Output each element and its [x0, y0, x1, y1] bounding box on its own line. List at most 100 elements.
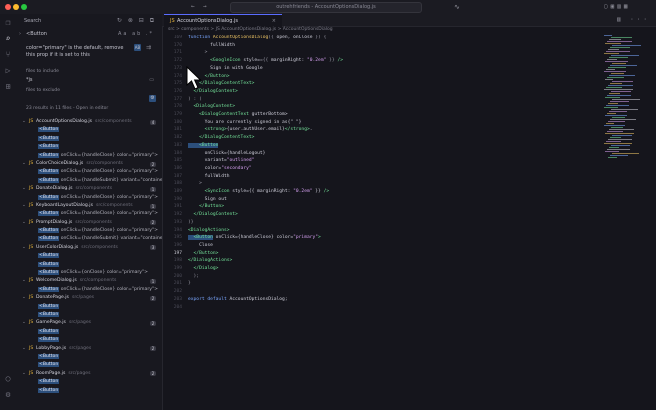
code-line[interactable]: <DialogContent>: [188, 104, 236, 109]
result-match-row[interactable]: <Button: [16, 353, 162, 361]
result-file-row[interactable]: ⌄ JS LobbyPage.js src/pages 2: [16, 345, 162, 353]
chevron-down-icon[interactable]: ⌄: [22, 370, 26, 378]
extensions-icon[interactable]: ⊞: [3, 82, 13, 92]
chevron-down-icon[interactable]: ⌄: [22, 345, 26, 353]
code-line[interactable]: <strong>{user.authUser.email}</strong>.: [188, 127, 313, 132]
result-match-row[interactable]: <Button: [16, 311, 162, 319]
include-input[interactable]: *js ▭: [26, 77, 154, 83]
code-line[interactable]: fullWidth: [188, 174, 230, 179]
search-icon[interactable]: ⌕: [3, 34, 13, 44]
code-line[interactable]: export default AccountOptionsDialog;: [188, 297, 288, 302]
code-line[interactable]: >: [188, 181, 202, 186]
result-match-row[interactable]: <Button: [16, 378, 162, 386]
result-match-row[interactable]: <Button onClick={handleClose} color="pri…: [16, 194, 162, 202]
chevron-down-icon[interactable]: ⌄: [22, 294, 26, 302]
account-icon[interactable]: ◯: [3, 374, 13, 384]
code-line[interactable]: </Dialog>: [188, 266, 219, 271]
zoom-window-button[interactable]: [21, 4, 27, 10]
result-match-row[interactable]: <Button onClick={onClose} color="primary…: [16, 269, 162, 277]
code-line[interactable]: variant="outlined": [188, 158, 255, 163]
result-match-row[interactable]: <Button: [16, 143, 162, 151]
result-match-row[interactable]: <Button onClick={handleClose} color="pri…: [16, 210, 162, 218]
code-line[interactable]: <DialogActions>: [188, 228, 230, 233]
code-line[interactable]: <SyncIcon style={{ marginRight: "0.2em" …: [188, 189, 330, 194]
code-line[interactable]: <GoogleIcon style=={{ marginRight: "0.2e…: [188, 58, 343, 63]
code-line[interactable]: );: [188, 274, 200, 279]
command-center-search[interactable]: outrehfriends - AccountOptionsDialog.js: [230, 2, 422, 13]
code-line[interactable]: onClick={handleLogout}: [188, 151, 266, 156]
preserve-case-icon[interactable]: AB: [134, 44, 141, 51]
result-match-row[interactable]: <Button onClick={handleClose} color="pri…: [16, 227, 162, 235]
result-match-row[interactable]: <Button onClick={handleClose} color="pri…: [16, 152, 162, 160]
editor-actions[interactable]: ▥ ···: [617, 15, 650, 25]
code-line[interactable]: )}: [188, 220, 194, 225]
open-editors-icon[interactable]: ▭: [149, 77, 154, 83]
result-match-row[interactable]: <Button onClick={handleClose} color="pri…: [16, 168, 162, 176]
tab-account-options-dialog[interactable]: JS AccountOptionsDialog.js ×: [164, 14, 282, 27]
code-line[interactable]: color="secondary": [188, 166, 252, 171]
code-line[interactable]: </DialogActions>: [188, 258, 232, 263]
result-file-row[interactable]: ⌄ JS RoomPage.js src/pages 2: [16, 370, 162, 378]
chevron-down-icon[interactable]: ⌄: [22, 219, 26, 227]
result-match-row[interactable]: <Button: [16, 135, 162, 143]
result-match-row[interactable]: <Button onClick={handleSubmit} variant="…: [16, 235, 162, 243]
forward-arrow-icon[interactable]: →: [203, 2, 207, 12]
result-file-row[interactable]: ⌄ JS PromptDialog.js src/components 2: [16, 219, 162, 227]
code-line[interactable]: </Button>: [188, 204, 224, 209]
result-file-row[interactable]: ⌄ JS DonatePage.js src/pages 2: [16, 294, 162, 302]
chevron-down-icon[interactable]: ⌄: [22, 202, 26, 210]
result-match-row[interactable]: <Button: [16, 336, 162, 344]
code-line[interactable]: You are currently signed in as{" "}: [188, 120, 302, 125]
result-file-row[interactable]: ⌄ JS KeyboardLayoutDialog.js src/components…: [16, 202, 162, 210]
chevron-down-icon[interactable]: ⌄: [22, 277, 26, 285]
code-line[interactable]: [188, 305, 191, 310]
result-file-row[interactable]: ⌄ JS WelcomeDialog.js src/components 1: [16, 277, 162, 285]
chevron-down-icon[interactable]: ⌄: [22, 244, 26, 252]
result-match-row[interactable]: <Button: [16, 261, 162, 269]
code-line[interactable]: </DialogContentText>: [188, 135, 254, 140]
minimap[interactable]: [604, 35, 648, 165]
result-file-row[interactable]: ⌄ JS GamePage.js src/pages 2: [16, 319, 162, 327]
chevron-down-icon[interactable]: ⌄: [22, 319, 26, 327]
results-summary[interactable]: 23 results in 11 files - Open in editor: [26, 106, 108, 111]
result-match-row[interactable]: <Button onClick={handleClose} color="pri…: [16, 286, 162, 294]
result-match-row[interactable]: <Button: [16, 252, 162, 260]
result-file-row[interactable]: ⌄ JS UserColorDialog.js src/components 3: [16, 244, 162, 252]
replace-input[interactable]: color="primary" is the default, remove t…: [26, 45, 132, 59]
chevron-down-icon[interactable]: ⌄: [22, 185, 26, 193]
result-match-row[interactable]: <Button: [16, 387, 162, 395]
copilot-icon[interactable]: ∿: [454, 2, 460, 12]
search-input[interactable]: › <Button Aa ab .*: [19, 31, 154, 37]
debug-icon[interactable]: ▷: [3, 66, 13, 76]
chevron-down-icon[interactable]: ⌄: [22, 118, 26, 126]
result-file-row[interactable]: ⌄ JS ColorChoiceDialog.js src/components 2: [16, 160, 162, 168]
result-file-row[interactable]: ⌄ JS AccountOptionsDialog.js src/components…: [16, 118, 162, 126]
chevron-down-icon[interactable]: ⌄: [22, 160, 26, 168]
code-line[interactable]: fullWidth: [188, 43, 235, 48]
close-window-button[interactable]: [5, 4, 11, 10]
minimize-window-button[interactable]: [13, 4, 19, 10]
code-editor[interactable]: 169 function AccountOptionsDialog({ open,…: [162, 35, 602, 410]
result-match-row[interactable]: <Button: [16, 303, 162, 311]
panel-actions[interactable]: ↻ ⊗ ⊟ ⧉: [117, 17, 156, 25]
code-line[interactable]: Sign out: [188, 197, 227, 202]
code-line[interactable]: </DialogContent>: [188, 212, 238, 217]
back-arrow-icon[interactable]: ←: [191, 2, 195, 12]
code-line[interactable]: }: [188, 281, 191, 286]
code-line[interactable]: ) : (: [188, 97, 202, 102]
code-line[interactable]: <Button onClick={handleClose} color="pri…: [188, 235, 321, 241]
code-line[interactable]: >: [188, 50, 208, 55]
exclude-settings-icon[interactable]: ⚙: [149, 95, 156, 102]
replace-all-icon[interactable]: ⇉: [146, 44, 151, 51]
code-line[interactable]: <Button: [188, 142, 219, 148]
source-control-icon[interactable]: ⑂: [3, 50, 13, 60]
result-match-row[interactable]: <Button: [16, 126, 162, 134]
layout-icons[interactable]: ▢▣▥▦: [604, 2, 630, 12]
code-line[interactable]: function AccountOptionsDialog({ open, on…: [188, 35, 326, 40]
files-icon[interactable]: ❐: [3, 18, 13, 28]
result-match-row[interactable]: <Button: [16, 328, 162, 336]
settings-icon[interactable]: ⚙: [3, 390, 13, 400]
code-line[interactable]: [188, 289, 191, 294]
code-line[interactable]: Close: [188, 243, 213, 248]
breadcrumb[interactable]: src > components > JS AccountOptionsDial…: [168, 27, 333, 32]
